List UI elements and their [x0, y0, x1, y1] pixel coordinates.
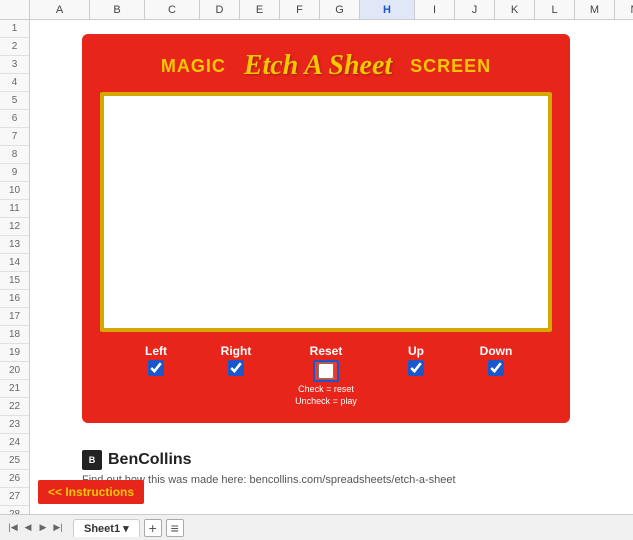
row-number-14: 14	[0, 254, 29, 272]
row-number-6: 6	[0, 110, 29, 128]
col-header-K[interactable]: K	[495, 0, 535, 19]
row-number-24: 24	[0, 434, 29, 452]
col-header-D[interactable]: D	[200, 0, 240, 19]
row-number-20: 20	[0, 362, 29, 380]
brand-name: BenCollins	[108, 451, 192, 469]
left-label: Left	[145, 344, 167, 358]
reset-hint: Check = reset Uncheck = play	[295, 384, 357, 407]
row-number-5: 5	[0, 92, 29, 110]
header-corner	[0, 0, 30, 19]
etch-card: MAGIC Etch A Sheet SCREEN Left Right	[82, 34, 570, 423]
etch-title: Etch A Sheet	[244, 50, 392, 82]
col-header-N[interactable]: N	[615, 0, 633, 19]
left-checkbox[interactable]	[148, 360, 164, 376]
right-checkbox[interactable]	[228, 360, 244, 376]
row-number-1: 1	[0, 20, 29, 38]
row-number-16: 16	[0, 290, 29, 308]
left-control: Left	[116, 344, 196, 376]
add-sheet-button[interactable]: +	[144, 519, 162, 537]
reset-label: Reset	[310, 344, 343, 358]
col-header-I[interactable]: I	[415, 0, 455, 19]
spreadsheet: ABCDEFGHIJKLMNO 123456789101112131415161…	[0, 0, 633, 540]
row-number-27: 27	[0, 488, 29, 506]
row-number-18: 18	[0, 326, 29, 344]
col-header-E[interactable]: E	[240, 0, 280, 19]
column-headers: ABCDEFGHIJKLMNO	[0, 0, 633, 20]
col-header-C[interactable]: C	[145, 0, 200, 19]
row-number-13: 13	[0, 236, 29, 254]
row-number-2: 2	[0, 38, 29, 56]
row-number-11: 11	[0, 200, 29, 218]
row-number-12: 12	[0, 218, 29, 236]
ben-logo-icon: B	[82, 450, 102, 470]
tab-bar: |◀ ◀ ▶ ▶| Sheet1 ▾ + ≡	[0, 514, 633, 540]
controls-row: Left Right Reset Check = reset	[96, 342, 556, 411]
nav-prev-arrow[interactable]: ◀	[21, 521, 35, 535]
nav-last-arrow[interactable]: ▶|	[51, 521, 65, 535]
reset-control: Reset Check = reset Uncheck = play	[276, 344, 376, 407]
up-label: Up	[408, 344, 424, 358]
magic-label: MAGIC	[161, 56, 226, 77]
row-number-23: 23	[0, 416, 29, 434]
right-label: Right	[221, 344, 252, 358]
row-number-17: 17	[0, 308, 29, 326]
sheet-nav-arrows: |◀ ◀ ▶ ▶|	[6, 521, 65, 535]
col-header-A[interactable]: A	[30, 0, 90, 19]
row-number-4: 4	[0, 74, 29, 92]
nav-next-arrow[interactable]: ▶	[36, 521, 50, 535]
up-checkbox[interactable]	[408, 360, 424, 376]
reset-checkbox-wrapper	[313, 360, 339, 382]
row-number-22: 22	[0, 398, 29, 416]
col-header-L[interactable]: L	[535, 0, 575, 19]
row-number-10: 10	[0, 182, 29, 200]
ben-collins-logo: B BenCollins	[82, 450, 456, 470]
sheet1-tab[interactable]: Sheet1 ▾	[73, 519, 140, 537]
reset-checkbox[interactable]	[318, 363, 334, 379]
row-number-26: 26	[0, 470, 29, 488]
down-label: Down	[480, 344, 513, 358]
title-row: MAGIC Etch A Sheet SCREEN	[96, 50, 556, 82]
row-number-8: 8	[0, 146, 29, 164]
row-number-25: 25	[0, 452, 29, 470]
row-number-15: 15	[0, 272, 29, 290]
col-header-G[interactable]: G	[320, 0, 360, 19]
col-header-J[interactable]: J	[455, 0, 495, 19]
down-checkbox[interactable]	[488, 360, 504, 376]
sheet-menu-button[interactable]: ≡	[166, 519, 184, 537]
col-header-F[interactable]: F	[280, 0, 320, 19]
col-header-B[interactable]: B	[90, 0, 145, 19]
down-control: Down	[456, 344, 536, 376]
row-number-19: 19	[0, 344, 29, 362]
right-control: Right	[196, 344, 276, 376]
row-number-9: 9	[0, 164, 29, 182]
nav-first-arrow[interactable]: |◀	[6, 521, 20, 535]
row-number-21: 21	[0, 380, 29, 398]
col-header-M[interactable]: M	[575, 0, 615, 19]
drawing-area	[100, 92, 552, 332]
main-area: 1234567891011121314151617181920212223242…	[0, 20, 633, 514]
row-number-3: 3	[0, 56, 29, 74]
col-header-H[interactable]: H	[360, 0, 415, 19]
instructions-button[interactable]: << Instructions	[38, 480, 144, 504]
row-number-7: 7	[0, 128, 29, 146]
row-number-28: 28	[0, 506, 29, 514]
up-control: Up	[376, 344, 456, 376]
screen-label: SCREEN	[410, 56, 491, 77]
grid-content: MAGIC Etch A Sheet SCREEN Left Right	[30, 20, 633, 514]
row-numbers: 1234567891011121314151617181920212223242…	[0, 20, 30, 514]
